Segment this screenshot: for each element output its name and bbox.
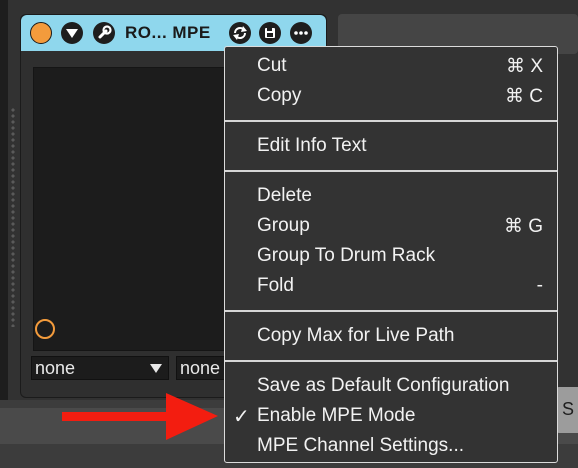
- context-menu: Cut ⌘ X Copy ⌘ C Edit Info Text Delete G…: [224, 46, 558, 463]
- menu-item-shortcut: ⌘ G: [503, 216, 543, 237]
- more-icon[interactable]: [290, 22, 312, 44]
- menu-item-label: Delete: [257, 185, 312, 206]
- partial-button-label: S: [562, 399, 575, 419]
- partial-button[interactable]: S: [556, 387, 578, 433]
- menu-separator: [225, 170, 557, 172]
- menu-item-shortcut: -: [536, 275, 543, 296]
- menu-item-enable-mpe-mode[interactable]: ✓ Enable MPE Mode: [225, 401, 557, 431]
- menu-item-shortcut: ⌘ X: [506, 56, 543, 77]
- select-1-value: none: [35, 358, 76, 378]
- menu-item-label: Fold: [257, 275, 294, 296]
- orange-ring-indicator[interactable]: [35, 319, 55, 339]
- device-title: RO... MPE: [125, 23, 211, 42]
- power-icon[interactable]: [30, 22, 52, 44]
- menu-item-label: Cut: [257, 55, 287, 76]
- device-display: [33, 67, 255, 351]
- red-arrow-icon: [62, 393, 218, 440]
- menu-item-fold[interactable]: Fold -: [225, 271, 557, 301]
- menu-item-label: Copy Max for Live Path: [257, 325, 455, 346]
- device-grip[interactable]: [10, 107, 16, 327]
- menu-separator: [225, 310, 557, 312]
- menu-item-label: Edit Info Text: [257, 135, 367, 156]
- hotswap-icon[interactable]: [229, 22, 251, 44]
- menu-item-group-to-drum-rack[interactable]: Group To Drum Rack: [225, 241, 557, 271]
- menu-item-label: Copy: [257, 85, 302, 106]
- save-icon[interactable]: [259, 22, 281, 44]
- menu-item-label: Group To Drum Rack: [257, 245, 436, 266]
- menu-item-label: Group: [257, 215, 310, 236]
- menu-item-edit-info-text[interactable]: Edit Info Text: [225, 131, 557, 161]
- chevron-down-icon: [150, 364, 162, 373]
- menu-item-label: Save as Default Configuration: [257, 375, 510, 396]
- menu-item-label: Enable MPE Mode: [257, 405, 416, 426]
- checkmark-icon: ✓: [233, 406, 250, 428]
- select-2-value: none: [180, 358, 221, 378]
- menu-separator: [225, 360, 557, 362]
- menu-item-shortcut: ⌘ C: [505, 86, 543, 107]
- menu-item-save-as-default-configuration[interactable]: Save as Default Configuration: [225, 371, 557, 401]
- menu-item-group[interactable]: Group ⌘ G: [225, 211, 557, 241]
- menu-item-copy[interactable]: Copy ⌘ C: [225, 81, 557, 111]
- select-dropdown-1[interactable]: none: [31, 356, 169, 380]
- menu-item-copy-max-for-live-path[interactable]: Copy Max for Live Path: [225, 321, 557, 351]
- menu-separator: [225, 120, 557, 122]
- menu-item-cut[interactable]: Cut ⌘ X: [225, 51, 557, 81]
- wrench-icon[interactable]: [93, 22, 115, 44]
- triangle-down-icon[interactable]: [61, 22, 83, 44]
- menu-item-delete[interactable]: Delete: [225, 181, 557, 211]
- menu-item-label: MPE Channel Settings...: [257, 435, 464, 456]
- left-panel-edge: [0, 0, 8, 400]
- menu-item-mpe-channel-settings[interactable]: MPE Channel Settings...: [225, 431, 557, 461]
